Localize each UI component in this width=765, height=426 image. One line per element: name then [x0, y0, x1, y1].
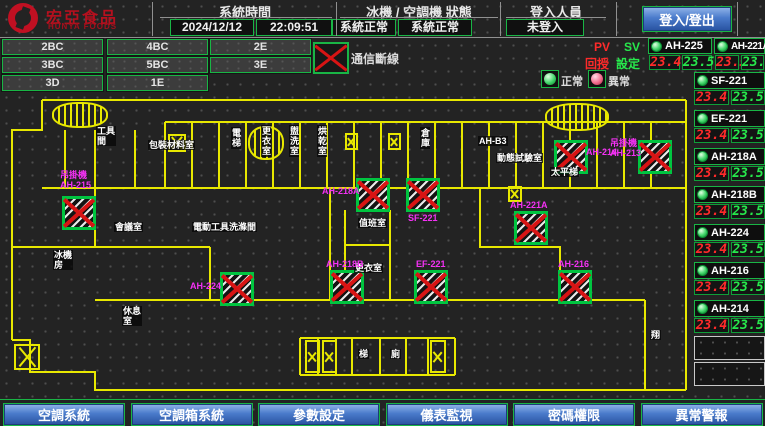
ahu-unit-icon-AH-218B[interactable] [330, 270, 364, 304]
unit-button-AH-214[interactable]: AH-214 [694, 300, 765, 317]
unit-button-AH-225[interactable]: AH-225 [648, 38, 712, 54]
unit-sv-AH-218A: 23.5 [731, 166, 765, 181]
stairwell-icon [52, 102, 108, 128]
unit-button-AH-216[interactable]: AH-216 [694, 262, 765, 279]
nav-button-3[interactable]: 參數設定 [258, 403, 380, 426]
room-label: 烘乾室 [317, 125, 327, 157]
ahu-unit-label: AH-218B [326, 259, 364, 269]
room-label: 電梯 [231, 127, 241, 149]
nav-button-5[interactable]: 密碼權限 [513, 403, 635, 426]
room-label: 動態試驗室 [496, 153, 543, 163]
unit-pv-AH-218B: 23.4 [694, 204, 729, 219]
room-label: 盥洗室 [289, 125, 299, 157]
unit-sv-AH-214: 23.5 [731, 318, 765, 333]
unit-name: AH-218A [711, 151, 757, 163]
ahu-unit-icon-EF-221[interactable] [414, 270, 448, 304]
stair-x-icon [345, 133, 358, 150]
unit-empty-slot [694, 362, 765, 386]
room-label: 太平梯 [550, 167, 579, 177]
room-label: 廁 [390, 349, 401, 359]
room-label: 電動工具洗滌間 [192, 222, 257, 232]
stair-x-icon [305, 340, 320, 373]
unit-pv-AH-216: 23.4 [694, 280, 729, 295]
unit-name: EF-221 [711, 113, 747, 125]
unit-sv-EF-221: 23.5 [731, 128, 765, 143]
stair-x-icon [322, 340, 337, 373]
unit-status-lamp-icon [697, 189, 708, 200]
unit-status-lamp-icon [697, 265, 708, 276]
unit-sv-SF-221: 23.5 [731, 90, 765, 105]
unit-pv-AH-221A: 23.5 [715, 55, 739, 70]
unit-name: AH-221A [731, 41, 765, 52]
ahu-unit-label: AH-221A [510, 200, 548, 210]
unit-button-AH-221A[interactable]: AH-221A [714, 38, 765, 54]
nav-button-6[interactable]: 異常警報 [641, 403, 763, 426]
unit-pv-AH-214: 23.4 [694, 318, 729, 333]
unit-button-SF-221[interactable]: SF-221 [694, 72, 765, 89]
unit-button-EF-221[interactable]: EF-221 [694, 110, 765, 127]
unit-status-lamp-icon [697, 151, 708, 162]
ahu-unit-icon-AH-221A[interactable] [514, 211, 548, 245]
unit-sv-AH-218B: 23.5 [731, 204, 765, 219]
room-label: 冰機房 [53, 250, 73, 270]
nav-separator [0, 399, 765, 400]
ahu-unit-label: AH-216 [558, 259, 589, 269]
room-label: 更衣室 [261, 125, 271, 157]
ahu-unit-icon-AH-218A[interactable] [356, 178, 390, 212]
ahu-unit-icon-AH-213[interactable] [638, 140, 672, 174]
unit-name: AH-218B [711, 189, 757, 201]
unit-status-lamp-icon [697, 227, 708, 238]
unit-name: AH-214 [711, 303, 749, 315]
ahu-unit-label: SF-221 [408, 213, 438, 223]
unit-name: SF-221 [711, 75, 747, 87]
unit-name: AH-216 [711, 265, 749, 277]
ahu-unit-label: AH-224 [190, 281, 221, 291]
unit-name: AH-224 [711, 227, 749, 239]
room-label: 梯 [358, 349, 369, 359]
unit-sv-AH-225: 23.5 [682, 55, 712, 70]
unit-empty-slot [694, 336, 765, 360]
ahu-unit-icon-SF-221[interactable] [406, 178, 440, 212]
unit-status-lamp-icon [651, 41, 662, 52]
stairwell-icon [545, 103, 609, 131]
ahu-unit-icon-AH-224[interactable] [220, 272, 254, 306]
nav-button-4[interactable]: 儀表監視 [386, 403, 508, 426]
nav-button-2[interactable]: 空調箱系統 [131, 403, 253, 426]
unit-pv-AH-224: 23.4 [694, 242, 729, 257]
ahu-unit-label: AH-218A [322, 186, 360, 196]
room-label: 工具間 [96, 126, 116, 146]
unit-status-lamp-icon [697, 75, 708, 86]
unit-pv-AH-218A: 23.4 [694, 166, 729, 181]
room-label: 倉庫 [420, 127, 430, 149]
room-label: AH-B3 [478, 136, 508, 146]
room-label: 翔 [650, 330, 661, 340]
room-label: 會議室 [114, 222, 143, 232]
unit-status-lamp-icon [717, 41, 728, 52]
unit-pv-AH-225: 23.4 [649, 55, 680, 70]
ahu-unit-icon-AH-216[interactable] [558, 270, 592, 304]
ahu-unit-label: 吊掛機AH-215 [60, 170, 91, 190]
stair-x-icon [388, 133, 401, 150]
room-label: 值班室 [358, 218, 387, 228]
stair-x-icon [430, 340, 446, 373]
nav-button-1[interactable]: 空調系統 [3, 403, 125, 426]
unit-button-AH-224[interactable]: AH-224 [694, 224, 765, 241]
unit-sv-AH-224: 23.5 [731, 242, 765, 257]
unit-pv-EF-221: 23.4 [694, 128, 729, 143]
unit-pv-SF-221: 23.4 [694, 90, 729, 105]
unit-button-AH-218B[interactable]: AH-218B [694, 186, 765, 203]
unit-status-lamp-icon [697, 113, 708, 124]
ahu-unit-label: EF-221 [416, 259, 446, 269]
room-label: 休息室 [122, 306, 142, 326]
ahu-unit-icon-AH-215[interactable] [62, 196, 96, 230]
unit-sv-AH-216: 23.5 [731, 280, 765, 295]
room-label: 包裝材料室 [148, 140, 195, 150]
unit-sv-AH-221A: 23.5 [741, 55, 764, 70]
unit-name: AH-225 [665, 40, 703, 52]
stair-x-icon [14, 344, 40, 370]
ahu-unit-label: 吊掛機AH-213 [610, 138, 641, 158]
hmi-screen: { "header": { "brand_name": "宏亞食品", "bra… [0, 0, 765, 426]
unit-button-AH-218A[interactable]: AH-218A [694, 148, 765, 165]
unit-status-lamp-icon [697, 303, 708, 314]
